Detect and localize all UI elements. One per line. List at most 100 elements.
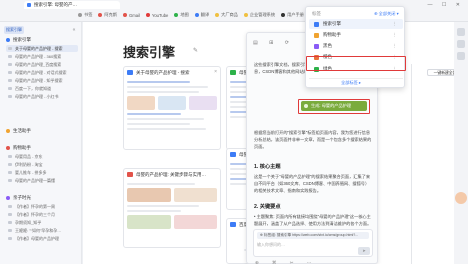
card-preview [124, 78, 220, 136]
bookmark-gmail[interactable]: Gmail [122, 13, 140, 18]
page-icon [8, 47, 12, 50]
folder-icon [243, 13, 248, 17]
edit-icon[interactable]: ✎ [193, 47, 199, 54]
sidebar-tab[interactable]: 百度一下，你就知道 [6, 85, 78, 92]
map-icon [174, 13, 179, 17]
page-icon [8, 221, 12, 224]
page-icon [8, 179, 12, 182]
page-icon [8, 79, 12, 82]
bookmark-icon [98, 13, 103, 17]
bookmark-icon [78, 13, 82, 17]
more-icon[interactable]: ⋮ [393, 41, 398, 51]
panel-toolbar[interactable]: ▤ ⊞ ⟳ [253, 40, 294, 46]
gmail-icon [122, 13, 127, 17]
bookmark[interactable]: 阿克斯 [98, 12, 117, 18]
tab-preview-card[interactable]: 关于母婴的产品护理 - 搜索 × [123, 66, 221, 150]
card-header: 母婴的产品护理: 关键步骤与实用… [124, 169, 220, 180]
folder-icon [215, 13, 220, 17]
page-icon [8, 229, 12, 232]
extension-icon[interactable] [457, 40, 465, 48]
sidebar-tab[interactable]: 母婴的产品护理 - 小红书 [6, 93, 78, 100]
sidebar-group-shopping[interactable]: 购物助手 [4, 144, 80, 152]
highlight-box [298, 99, 370, 114]
sidebar-tab[interactable]: 母婴用品 - 京东 [6, 153, 78, 160]
sidebar-tab[interactable]: 母婴的产品护理 - 对话式搜索 [6, 69, 78, 76]
page-icon [8, 237, 12, 240]
panel-tools[interactable]: ⊕ ⌘ ✂ ⋯ [255, 260, 317, 264]
tab-group-sidebar: 搜索引擎 « 搜索引擎 关于母婴的产品护理 - 搜索 母婴的产品护理 - 360… [0, 22, 82, 264]
site-logo-icon [230, 222, 236, 227]
tab-preview-card[interactable]: 母婴的产品护理: 关键步骤与实用… [123, 168, 221, 248]
right-rail [454, 22, 468, 264]
bookmark[interactable]: 用户手册 [281, 12, 304, 18]
card-header: 关于母婴的产品护理 - 搜索 × [124, 67, 220, 78]
chat-input[interactable]: 输入你想问的… [257, 242, 285, 248]
sidebar-group-search[interactable]: 搜索引擎 [4, 36, 80, 44]
all-tabs-link[interactable]: 全部标签 ▸ [341, 80, 361, 86]
collapse-sidebar-icon[interactable]: « [70, 26, 78, 34]
close-icon[interactable]: × [214, 67, 217, 78]
sidebar-tab[interactable]: 母婴的产品护理一篇懂 [6, 177, 78, 184]
group-option[interactable]: 搜索引擎 ⋮ [309, 19, 403, 29]
site-logo-icon [230, 152, 236, 157]
sidebar-tab[interactable]: 母婴的产品护理 - 360搜索 [6, 53, 78, 60]
group-color-icon [314, 32, 319, 38]
group-color-icon [6, 129, 10, 133]
more-icon[interactable]: ⋮ [393, 30, 398, 40]
sidebar-tab[interactable]: 【作者】怀孕的三个月 [6, 211, 78, 218]
page-icon [8, 71, 12, 74]
browser-tab[interactable]: 搜索引擎: 母婴的产… [24, 1, 120, 9]
sidebar-tab[interactable]: 【作者】母婴的产品护理 [6, 235, 78, 242]
page-icon [8, 87, 12, 90]
youtube-icon [145, 13, 150, 17]
group-color-icon [6, 196, 10, 200]
sidebar-tab[interactable]: 伊利奶粉 - 淘宝 [6, 161, 78, 168]
group-option[interactable]: 购物助手 ⋮ [309, 30, 403, 40]
assistant-avatar[interactable] [455, 192, 467, 204]
extension-icon[interactable] [457, 52, 465, 60]
bookmark[interactable]: 企业管理系统 [243, 12, 275, 18]
site-logo-icon [127, 70, 133, 75]
bookmark-youtube[interactable]: YouTube [145, 13, 168, 18]
group-color-icon [6, 38, 10, 42]
page-icon [8, 163, 12, 166]
page-icon [8, 213, 12, 216]
card-preview [124, 180, 220, 235]
sidebar-current-group[interactable]: 搜索引擎 [4, 26, 24, 34]
translate-icon [194, 13, 199, 17]
page-icon [8, 155, 12, 158]
section-heading: 2. 关键要点 [254, 204, 281, 210]
extension-icon[interactable] [457, 28, 465, 36]
window-controls[interactable]: — ☐ ✕ [428, 2, 464, 8]
highlight-box [306, 56, 406, 71]
group-option[interactable]: 黑色 ⋮ [309, 41, 403, 51]
bookmark[interactable]: 大厂商品 [215, 12, 238, 18]
sidebar-tab[interactable]: 婴儿推车 - 拼多多 [6, 169, 78, 176]
group-color-icon [6, 146, 10, 150]
send-button[interactable]: ➤ [358, 247, 370, 255]
tab-group-dropdown: 标签 ⊕ 全部关闭 ▾ 搜索引擎 ⋮ 购物助手 ⋮ 黑色 ⋮ 橙色 ⋮ 绿色 ⋮… [305, 6, 405, 88]
group-color-icon [314, 21, 319, 27]
panel-description: 根据您当前打开的"搜索引擎"标签组页面内容，我为您进行信息分析总结，该页面并非单… [254, 130, 372, 149]
github-icon [281, 13, 286, 17]
sidebar-tab[interactable]: 关于母婴的产品护理 - 搜索 [6, 45, 78, 52]
sidebar-group-family[interactable]: 亲子时光 [4, 194, 80, 202]
sidebar-tab[interactable]: 孕期须知_知乎 [6, 219, 78, 226]
context-link-chip[interactable]: ⊕ 标签组: 搜索引擎 https://web.com/stxt.io/cms/… [257, 232, 369, 239]
bookmark[interactable]: 书签 [78, 12, 92, 18]
section-heading: 1. 核心主题 [254, 164, 281, 170]
more-icon[interactable]: ⋮ [393, 19, 398, 29]
chat-input-bar[interactable]: ⊕ 标签组: 搜索引擎 https://web.com/stxt.io/cms/… [253, 229, 373, 257]
sidebar-tab[interactable]: 母婴的产品护理 - 知乎搜索 [6, 77, 78, 84]
sidebar-tab[interactable]: 王嬷嬷: "“如何”早孕和孕… [6, 227, 78, 234]
sidebar-tab[interactable]: 母婴的产品护理_百度搜索 [6, 61, 78, 68]
site-logo-icon [230, 70, 236, 75]
dropdown-title: 标签 [312, 11, 321, 16]
sidebar-group-life[interactable]: 生活助手 [4, 127, 80, 135]
bookmark-translate[interactable]: 翻译 [194, 12, 209, 18]
close-all-button[interactable]: ⊕ 全部关闭 ▾ [374, 11, 399, 17]
bookmark-maps[interactable]: 地图 [174, 12, 189, 18]
divider [309, 78, 403, 79]
sidebar-tab[interactable]: 【作者】怀孕的第一周 [6, 203, 78, 210]
group-color-icon [314, 43, 319, 49]
